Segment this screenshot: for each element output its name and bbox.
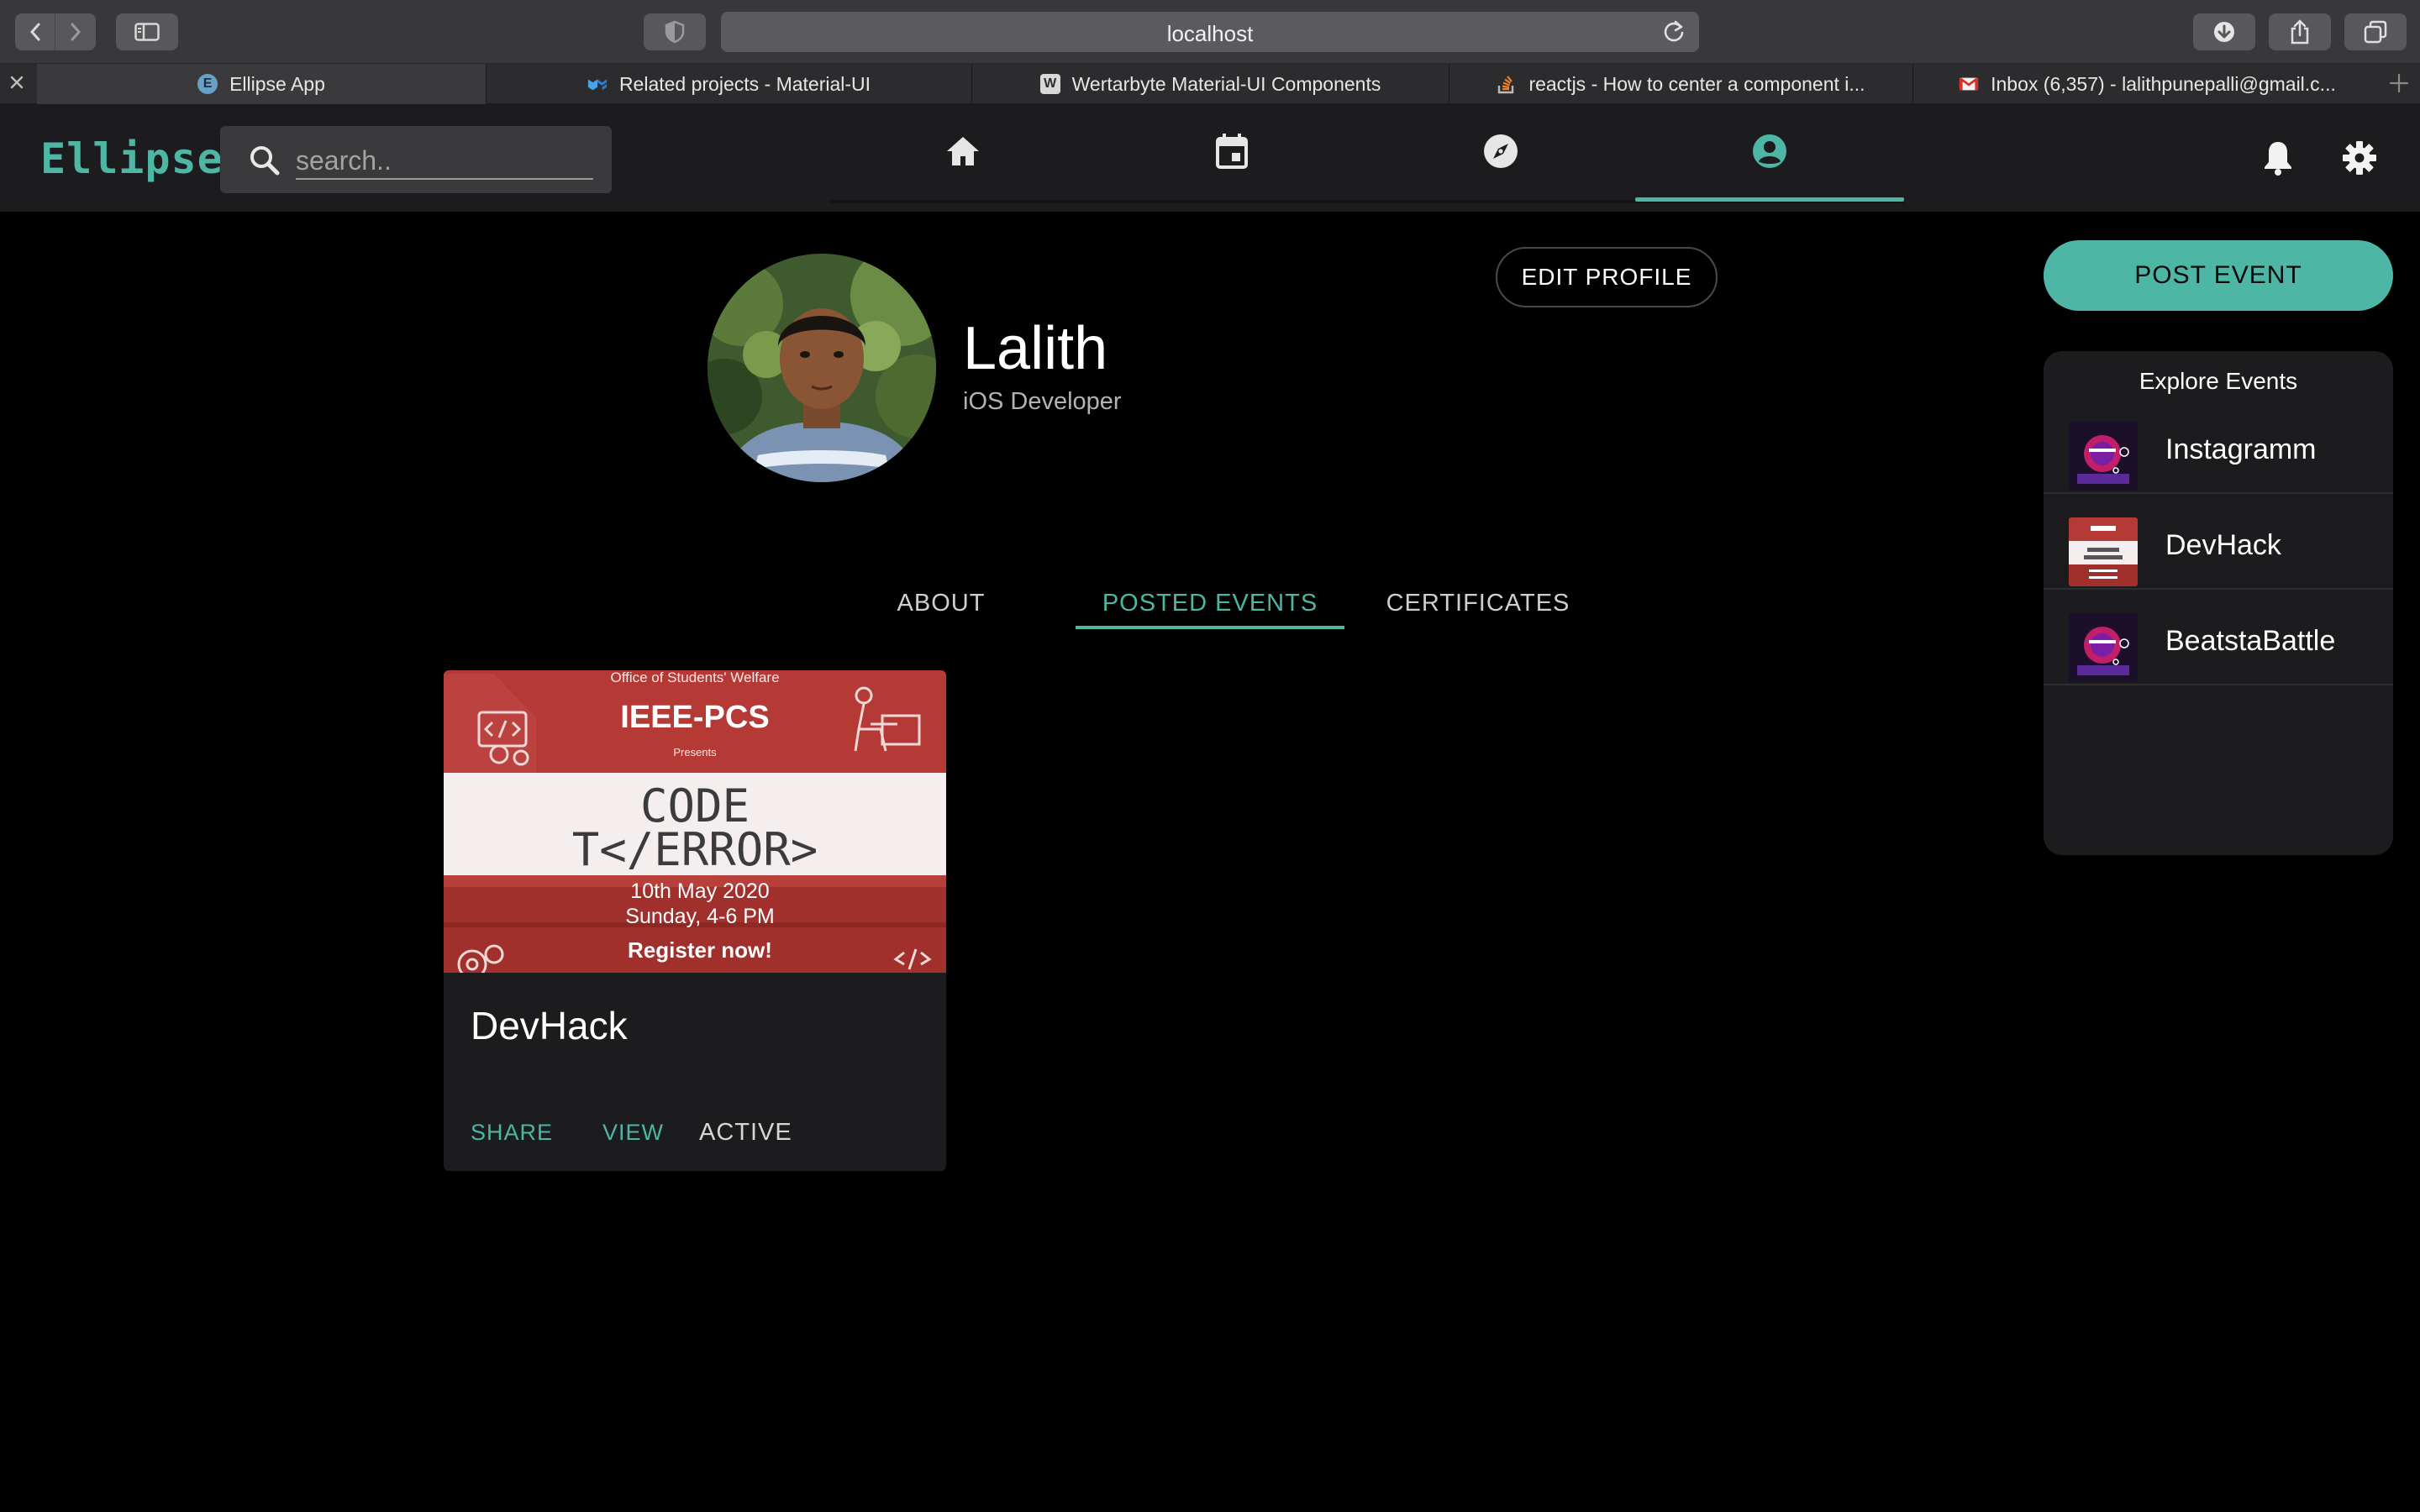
home-icon <box>944 134 981 172</box>
status-badge: ACTIVE <box>699 1118 792 1146</box>
share-icon[interactable] <box>2269 13 2331 50</box>
browser-toolbar: localhost <box>0 0 2420 64</box>
back-forward-group <box>15 13 96 50</box>
nav-tab-profile[interactable] <box>1635 104 1904 202</box>
nav-tab-home[interactable] <box>829 104 1097 202</box>
browser-tab-stackoverflow[interactable]: reactjs - How to center a component i... <box>1449 64 1912 104</box>
explore-item-instagramm[interactable]: Instagramm <box>2044 398 2393 494</box>
nav-active-indicator <box>1635 197 1904 202</box>
tab-label: reactjs - How to center a component i... <box>1528 72 1865 95</box>
close-icon[interactable] <box>8 74 25 95</box>
edit-profile-button[interactable]: EDIT PROFILE <box>1496 247 1718 307</box>
explore-events-title: Explore Events <box>2139 368 2298 394</box>
browser-tab-bar: E Ellipse App Related projects - Materia… <box>0 64 2420 104</box>
app-logo[interactable]: Ellipse <box>40 134 224 183</box>
nav-tab-calendar[interactable] <box>1097 104 1366 202</box>
browser-tab-ellipse[interactable]: E Ellipse App <box>37 64 486 104</box>
explore-icon <box>1482 133 1519 174</box>
explore-item-beatstabattle[interactable]: BeatstaBattle <box>2044 590 2393 685</box>
event-thumbnail <box>2069 517 2138 586</box>
stackoverflow-favicon-icon <box>1497 74 1517 94</box>
view-button[interactable]: VIEW <box>602 1107 664 1158</box>
sidebar-toggle-icon[interactable] <box>116 13 178 50</box>
event-title: DevHack <box>471 1004 628 1047</box>
event-poster-image: Office of Students' Welfare IEEE-PCS Pre… <box>444 670 946 979</box>
material-ui-favicon-icon <box>587 74 608 94</box>
tab-certificates[interactable]: CERTIFICATES <box>1378 573 1578 633</box>
profile-role: iOS Developer <box>963 388 1122 415</box>
poster-org: IEEE-PCS <box>620 700 769 735</box>
poster-time: Sunday, 4-6 PM <box>625 905 774 928</box>
settings-gear-icon[interactable] <box>2341 139 2378 181</box>
explore-item-label: DevHack <box>2165 529 2281 561</box>
download-icon[interactable] <box>2193 13 2255 50</box>
poster-date: 10th May 2020 <box>630 879 769 903</box>
search-icon <box>249 144 281 181</box>
search-input[interactable] <box>296 143 593 180</box>
explore-item-label: BeatstaBattle <box>2165 625 2336 657</box>
poster-header: Office of Students' Welfare <box>610 670 779 685</box>
forward-icon[interactable] <box>55 13 96 50</box>
explore-item-devhack[interactable]: DevHack <box>2044 494 2393 590</box>
ellipse-favicon-icon: E <box>197 74 218 94</box>
search-box <box>220 126 612 193</box>
profile-tab-indicator <box>1076 626 1344 629</box>
avatar <box>708 254 936 482</box>
address-bar[interactable]: localhost <box>721 12 1699 52</box>
url-text: localhost <box>1166 21 1254 46</box>
event-card[interactable]: Office of Students' Welfare IEEE-PCS Pre… <box>444 670 946 1171</box>
poster-presents: Presents <box>673 746 717 759</box>
notifications-bell-icon[interactable] <box>2262 139 2294 181</box>
new-tab-icon[interactable] <box>2386 71 2412 100</box>
explore-item-label: Instagramm <box>2165 433 2317 465</box>
browser-tab-wertarbyte[interactable]: W Wertarbyte Material-UI Components <box>971 64 1449 104</box>
share-button[interactable]: SHARE <box>471 1107 553 1158</box>
tab-overview-icon[interactable] <box>2344 13 2407 50</box>
app-bar: Ellipse <box>0 104 2420 212</box>
tab-label: Related projects - Material-UI <box>618 72 871 95</box>
event-thumbnail <box>2069 422 2138 491</box>
privacy-shield-icon[interactable] <box>644 13 706 50</box>
post-event-button[interactable]: POST EVENT <box>2044 240 2393 311</box>
tab-label: Inbox (6,357) - lalithpunepalli@gmail.c.… <box>1991 72 2336 95</box>
explore-events-panel: Explore Events Instagramm DevHack Beatst… <box>2044 351 2393 855</box>
profile-icon <box>1751 133 1788 174</box>
event-card-actions: SHARE VIEW ACTIVE <box>444 1107 946 1158</box>
poster-cta: Register now! <box>628 937 772 963</box>
tab-about[interactable]: ABOUT <box>874 573 1008 633</box>
reload-icon[interactable] <box>1662 19 1686 49</box>
tab-label: Wertarbyte Material-UI Components <box>1071 72 1381 95</box>
gmail-favicon-icon <box>1959 74 1979 94</box>
nav-tab-explore[interactable] <box>1366 104 1635 202</box>
profile-name: Lalith <box>963 315 1108 382</box>
browser-tab-material-ui[interactable]: Related projects - Material-UI <box>486 64 971 104</box>
tab-label: Ellipse App <box>229 72 325 95</box>
calendar-icon <box>1215 133 1249 174</box>
event-thumbnail <box>2069 613 2138 682</box>
browser-tab-gmail[interactable]: Inbox (6,357) - lalithpunepalli@gmail.c.… <box>1912 64 2381 104</box>
back-icon[interactable] <box>15 13 55 50</box>
wertarbyte-favicon-icon: W <box>1039 74 1060 94</box>
tab-posted-events[interactable]: POSTED EVENTS <box>1076 573 1344 633</box>
poster-title-line2: T</ERROR> <box>572 823 818 876</box>
